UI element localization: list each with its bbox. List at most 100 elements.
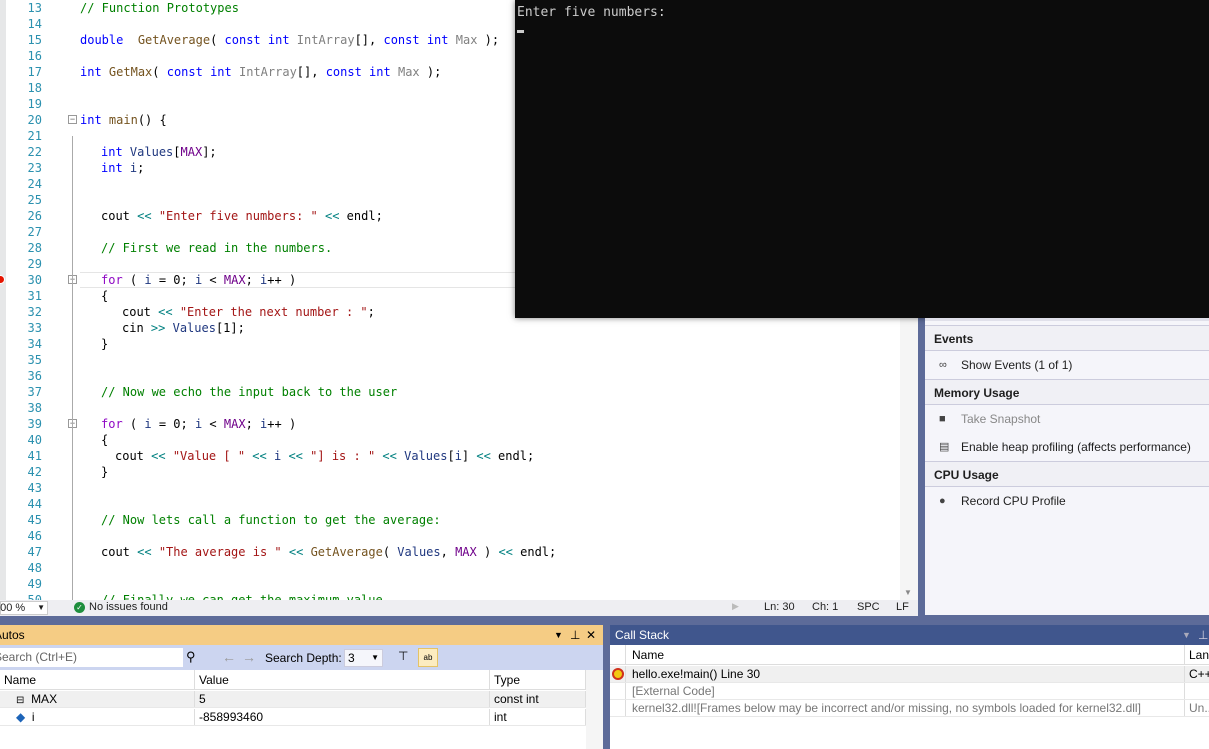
column-value[interactable]: Value [195, 670, 490, 689]
code-line[interactable]: { [101, 432, 108, 448]
zoom-dropdown[interactable]: 100 % ▼ [0, 601, 48, 615]
code-line[interactable]: // Now lets call a function to get the a… [101, 512, 441, 528]
row-value[interactable]: -858993460 [195, 709, 490, 725]
line-ending-indicator[interactable]: LF [896, 601, 909, 613]
variable-icon: ◆ [16, 710, 26, 724]
code-line[interactable]: int Values[MAX]; [101, 144, 217, 160]
code-line[interactable]: // Function Prototypes [80, 0, 239, 16]
row-name: MAX [31, 692, 58, 706]
call-stack-frame[interactable]: hello.exe!main() Line 30C++ [610, 666, 1209, 683]
frame-name: [External Code] [626, 683, 1185, 699]
code-line[interactable]: cout << "Enter five numbers: " << endl; [101, 208, 383, 224]
check-circle-icon: ✓ [74, 602, 85, 613]
code-token: int [101, 161, 123, 175]
line-number: 29 [27, 257, 42, 271]
code-line[interactable]: int GetMax( const int IntArray[], const … [80, 64, 441, 80]
autos-scrollbar[interactable] [586, 670, 603, 749]
call-stack-frame[interactable]: [External Code] [610, 683, 1209, 700]
search-icon[interactable]: ⚲ [186, 649, 196, 665]
code-line[interactable]: double GetAverage( const int IntArray[],… [80, 32, 499, 48]
line-number: 42 [27, 465, 42, 479]
collapse-icon[interactable]: − [68, 115, 77, 124]
show-events-link[interactable]: ∞ Show Events (1 of 1) [925, 351, 1209, 379]
code-token: cout [101, 545, 138, 559]
code-token: ( [210, 33, 225, 47]
row-type: int [490, 709, 586, 725]
code-token: endl; [339, 209, 383, 223]
line-number: 23 [27, 161, 42, 175]
code-token: ); [419, 65, 442, 79]
console-window[interactable]: Enter five numbers: [515, 0, 1209, 318]
code-token: ( [122, 273, 145, 287]
dropdown-icon[interactable]: ▼ [1182, 625, 1191, 645]
code-token: int [80, 113, 102, 127]
code-line[interactable]: { [101, 288, 108, 304]
autos-title-bar: Autos ▼ ⊥ ✕ [0, 625, 603, 645]
take-snapshot-button[interactable]: ■ Take Snapshot [925, 405, 1209, 433]
code-token: { [101, 289, 109, 303]
code-line[interactable]: // Now we echo the input back to the use… [101, 384, 397, 400]
filter-pin-icon[interactable]: ⊤ [398, 649, 408, 663]
line-number: 43 [27, 481, 42, 495]
close-icon[interactable]: ✕ [586, 625, 596, 645]
column-indicator[interactable]: Ch: 1 [812, 601, 838, 613]
events-icon: ∞ [939, 359, 947, 371]
back-arrow-icon[interactable]: ← [222, 649, 236, 665]
scroll-down-icon[interactable]: ▼ [904, 588, 912, 597]
code-line[interactable]: for ( i = 0; i < MAX; i++ ) [101, 416, 296, 432]
search-depth-dropdown[interactable]: 3 ▼ [344, 649, 383, 667]
line-indicator[interactable]: Ln: 30 [764, 601, 795, 613]
view-as-text-icon[interactable]: ab [418, 648, 438, 667]
code-line[interactable]: // Finally we can get the maximum value [101, 592, 383, 600]
code-token: // Finally we can get the maximum value [101, 593, 383, 600]
code-line[interactable]: int i; [101, 160, 144, 176]
chevron-down-icon: ▼ [37, 603, 45, 612]
code-token: << [382, 449, 397, 463]
code-token: ; [245, 273, 261, 287]
pin-icon[interactable]: ⊥ [570, 625, 580, 645]
code-line[interactable]: } [101, 464, 108, 480]
scroll-right-icon[interactable]: ▶ [732, 601, 739, 612]
record-cpu-profile-button[interactable]: ● Record CPU Profile [925, 487, 1209, 515]
code-line[interactable]: cout << "Value [ " << i << "] is : " << … [115, 448, 534, 464]
line-number: 30 [27, 273, 42, 287]
dropdown-icon[interactable]: ▼ [554, 625, 563, 645]
autos-row[interactable]: ⊟ MAX 5 const int [0, 691, 586, 708]
forward-arrow-icon[interactable]: → [242, 649, 256, 665]
enable-heap-profiling-button[interactable]: ▤ Enable heap profiling (affects performa… [925, 433, 1209, 461]
code-line[interactable]: cin >> Values[1]; [122, 320, 245, 336]
issues-status[interactable]: No issues found [89, 601, 168, 613]
line-number: 21 [27, 129, 42, 143]
code-line[interactable]: int main() { [80, 112, 167, 128]
frame-language: Un... [1185, 700, 1209, 716]
code-line[interactable]: cout << "Enter the next number : "; [122, 304, 375, 320]
column-language[interactable]: Lang [1185, 645, 1209, 664]
code-token: Values [397, 545, 441, 559]
code-token: Values [129, 145, 174, 159]
row-type: const int [490, 691, 586, 707]
call-stack-frame[interactable]: kernel32.dll![Frames below may be incorr… [610, 700, 1209, 717]
code-token: // Function Prototypes [80, 1, 239, 15]
line-number: 18 [27, 81, 42, 95]
code-line[interactable]: // First we read in the numbers. [101, 240, 332, 256]
column-name[interactable]: Name [626, 645, 1185, 664]
whitespace-indicator[interactable]: SPC [857, 601, 880, 613]
code-token: i [454, 449, 462, 463]
frame-name: hello.exe!main() Line 30 [626, 666, 1185, 682]
code-token: << [476, 449, 491, 463]
pin-icon[interactable]: ⊥ [1198, 625, 1208, 645]
column-name[interactable]: Name [0, 670, 195, 689]
column-type[interactable]: Type [490, 670, 586, 689]
row-value[interactable]: 5 [195, 691, 490, 707]
autos-row[interactable]: ◆ i -858993460 int [0, 709, 586, 726]
diagnostic-tools-panel: Events ∞ Show Events (1 of 1) Memory Usag… [925, 318, 1209, 615]
line-number: 34 [27, 337, 42, 351]
code-line[interactable]: } [101, 336, 108, 352]
code-line[interactable]: cout << "The average is " << GetAverage(… [101, 544, 556, 560]
search-input[interactable]: Search (Ctrl+E) [0, 648, 183, 667]
code-line[interactable]: for ( i = 0; i < MAX; i++ ) [101, 272, 296, 288]
line-number: 47 [27, 545, 42, 559]
